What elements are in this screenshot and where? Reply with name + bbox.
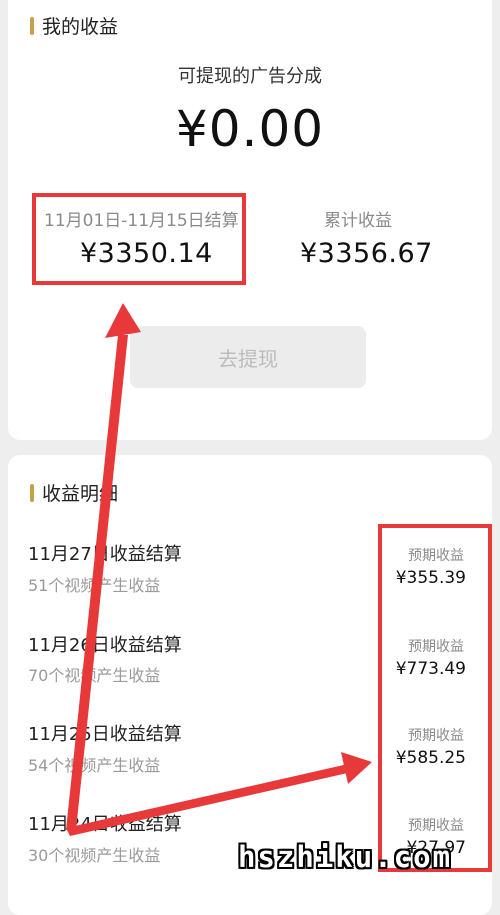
annotation-arrows bbox=[66, 303, 372, 836]
arrow-right-head bbox=[341, 752, 372, 784]
arrow-up-shaft bbox=[66, 335, 128, 830]
arrow-up-head bbox=[105, 303, 141, 338]
watermark-text: hszhiku.com bbox=[238, 840, 453, 874]
arrow-right-shaft bbox=[66, 764, 352, 836]
